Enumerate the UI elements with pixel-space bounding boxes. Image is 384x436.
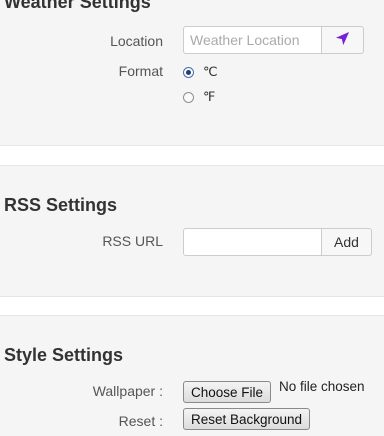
rss-url-label: RSS URL bbox=[102, 233, 163, 249]
fahrenheit-radio[interactable] bbox=[183, 91, 194, 103]
style-settings-panel: Style Settings Wallpaper : Choose File N… bbox=[0, 315, 384, 436]
rss-settings-panel: RSS Settings RSS URL Add bbox=[0, 165, 384, 297]
location-input[interactable] bbox=[183, 26, 322, 54]
celsius-label: ℃ bbox=[203, 64, 218, 79]
rss-settings-title: RSS Settings bbox=[4, 195, 118, 215]
format-option-celsius[interactable]: ℃ bbox=[183, 64, 218, 80]
format-label: Format bbox=[118, 63, 163, 79]
no-file-chosen-text: No file chosen bbox=[279, 379, 365, 394]
location-label: Location bbox=[110, 33, 163, 49]
style-settings-title: Style Settings bbox=[4, 345, 124, 365]
location-arrow-icon bbox=[335, 31, 350, 49]
rss-url-input-group: Add bbox=[183, 228, 372, 256]
locate-button[interactable] bbox=[322, 26, 364, 54]
format-option-fahrenheit[interactable]: ℉ bbox=[183, 89, 215, 105]
location-input-group bbox=[183, 26, 364, 54]
fahrenheit-label: ℉ bbox=[203, 89, 216, 104]
weather-settings-panel: Weather Settings Location Format ℃ ℉ bbox=[0, 0, 384, 146]
celsius-radio[interactable] bbox=[183, 66, 194, 78]
add-rss-button[interactable]: Add bbox=[322, 228, 372, 256]
wallpaper-label: Wallpaper : bbox=[92, 383, 163, 399]
choose-file-button[interactable]: Choose File bbox=[183, 381, 272, 403]
weather-settings-title: Weather Settings bbox=[4, 0, 151, 12]
rss-url-input[interactable] bbox=[183, 228, 322, 256]
